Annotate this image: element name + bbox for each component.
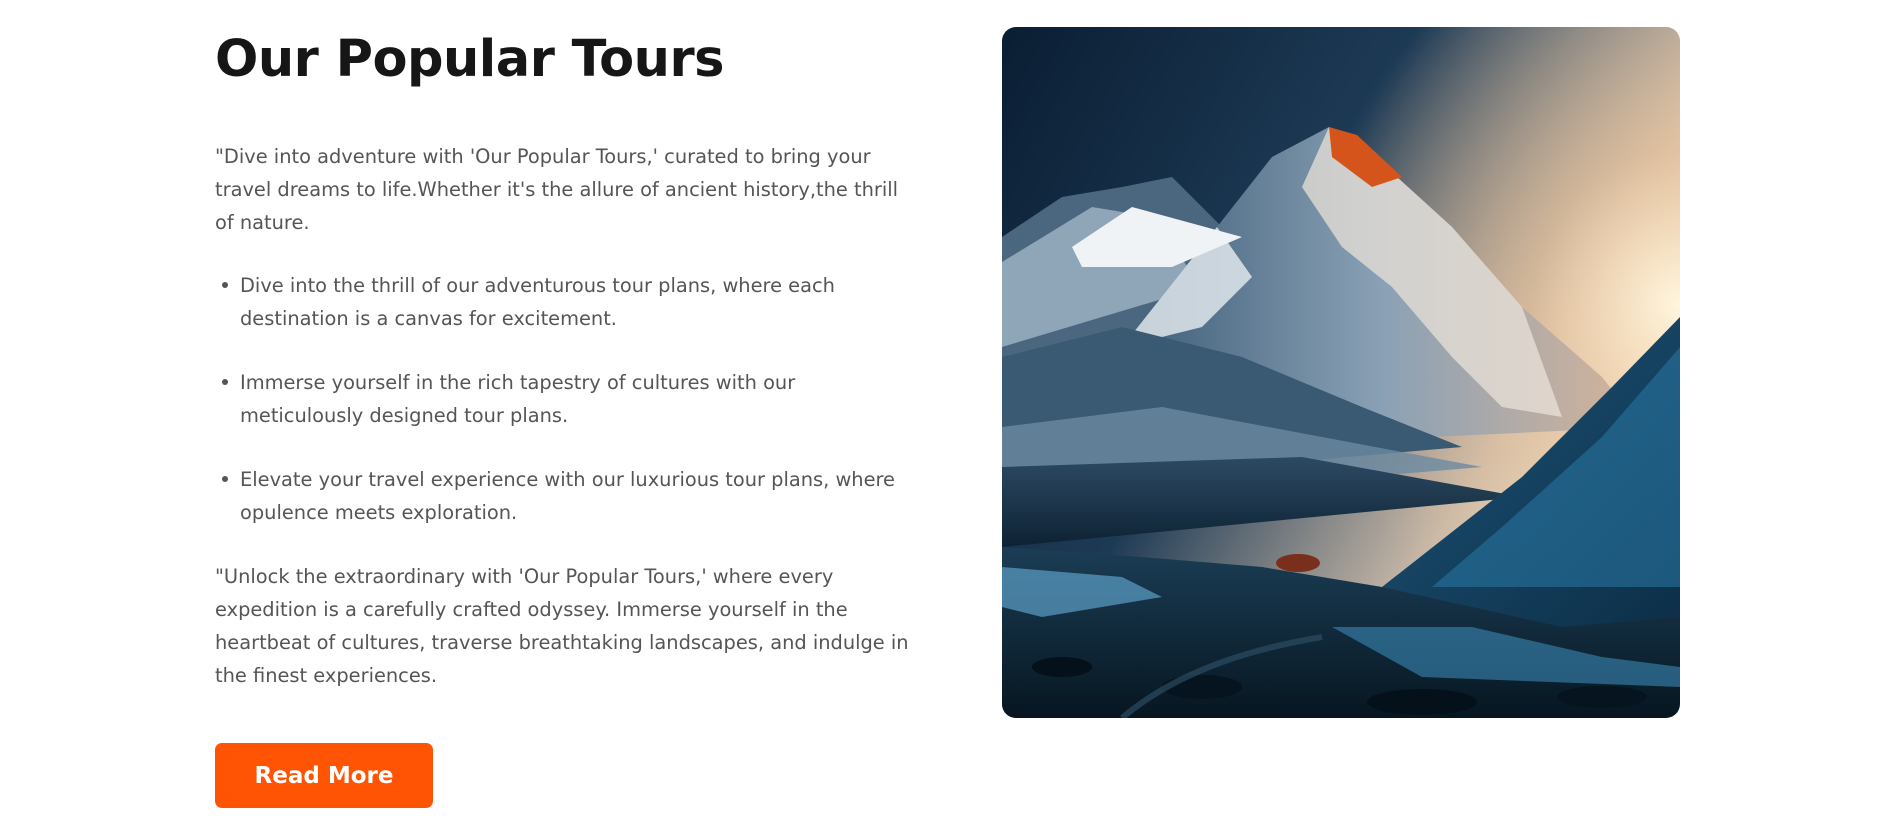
outro-paragraph: "Unlock the extraordinary with 'Our Popu… (215, 565, 909, 687)
list-item: Elevate your travel experience with our … (222, 463, 915, 529)
tours-content: Our Popular Tours "Dive into adventure w… (215, 24, 915, 808)
feature-text: Dive into the thrill of our adventurous … (240, 274, 835, 330)
feature-text: Immerse yourself in the rich tapestry of… (240, 371, 796, 427)
read-more-button[interactable]: Read More (215, 743, 433, 808)
intro-paragraph: "Dive into adventure with 'Our Popular T… (215, 145, 898, 234)
list-item: Immerse yourself in the rich tapestry of… (222, 366, 915, 432)
feature-text: Elevate your travel experience with our … (240, 468, 895, 524)
list-item: Dive into the thrill of our adventurous … (222, 269, 915, 335)
feature-list: Dive into the thrill of our adventurous … (215, 269, 915, 529)
section-title: Our Popular Tours (215, 30, 724, 89)
bullet-icon (222, 379, 228, 385)
bullet-icon (222, 476, 228, 482)
mountain-illustration (1002, 27, 1680, 718)
bullet-icon (222, 282, 228, 288)
popular-tours-section: Our Popular Tours "Dive into adventure w… (0, 0, 1890, 828)
mountain-image (1002, 27, 1680, 718)
